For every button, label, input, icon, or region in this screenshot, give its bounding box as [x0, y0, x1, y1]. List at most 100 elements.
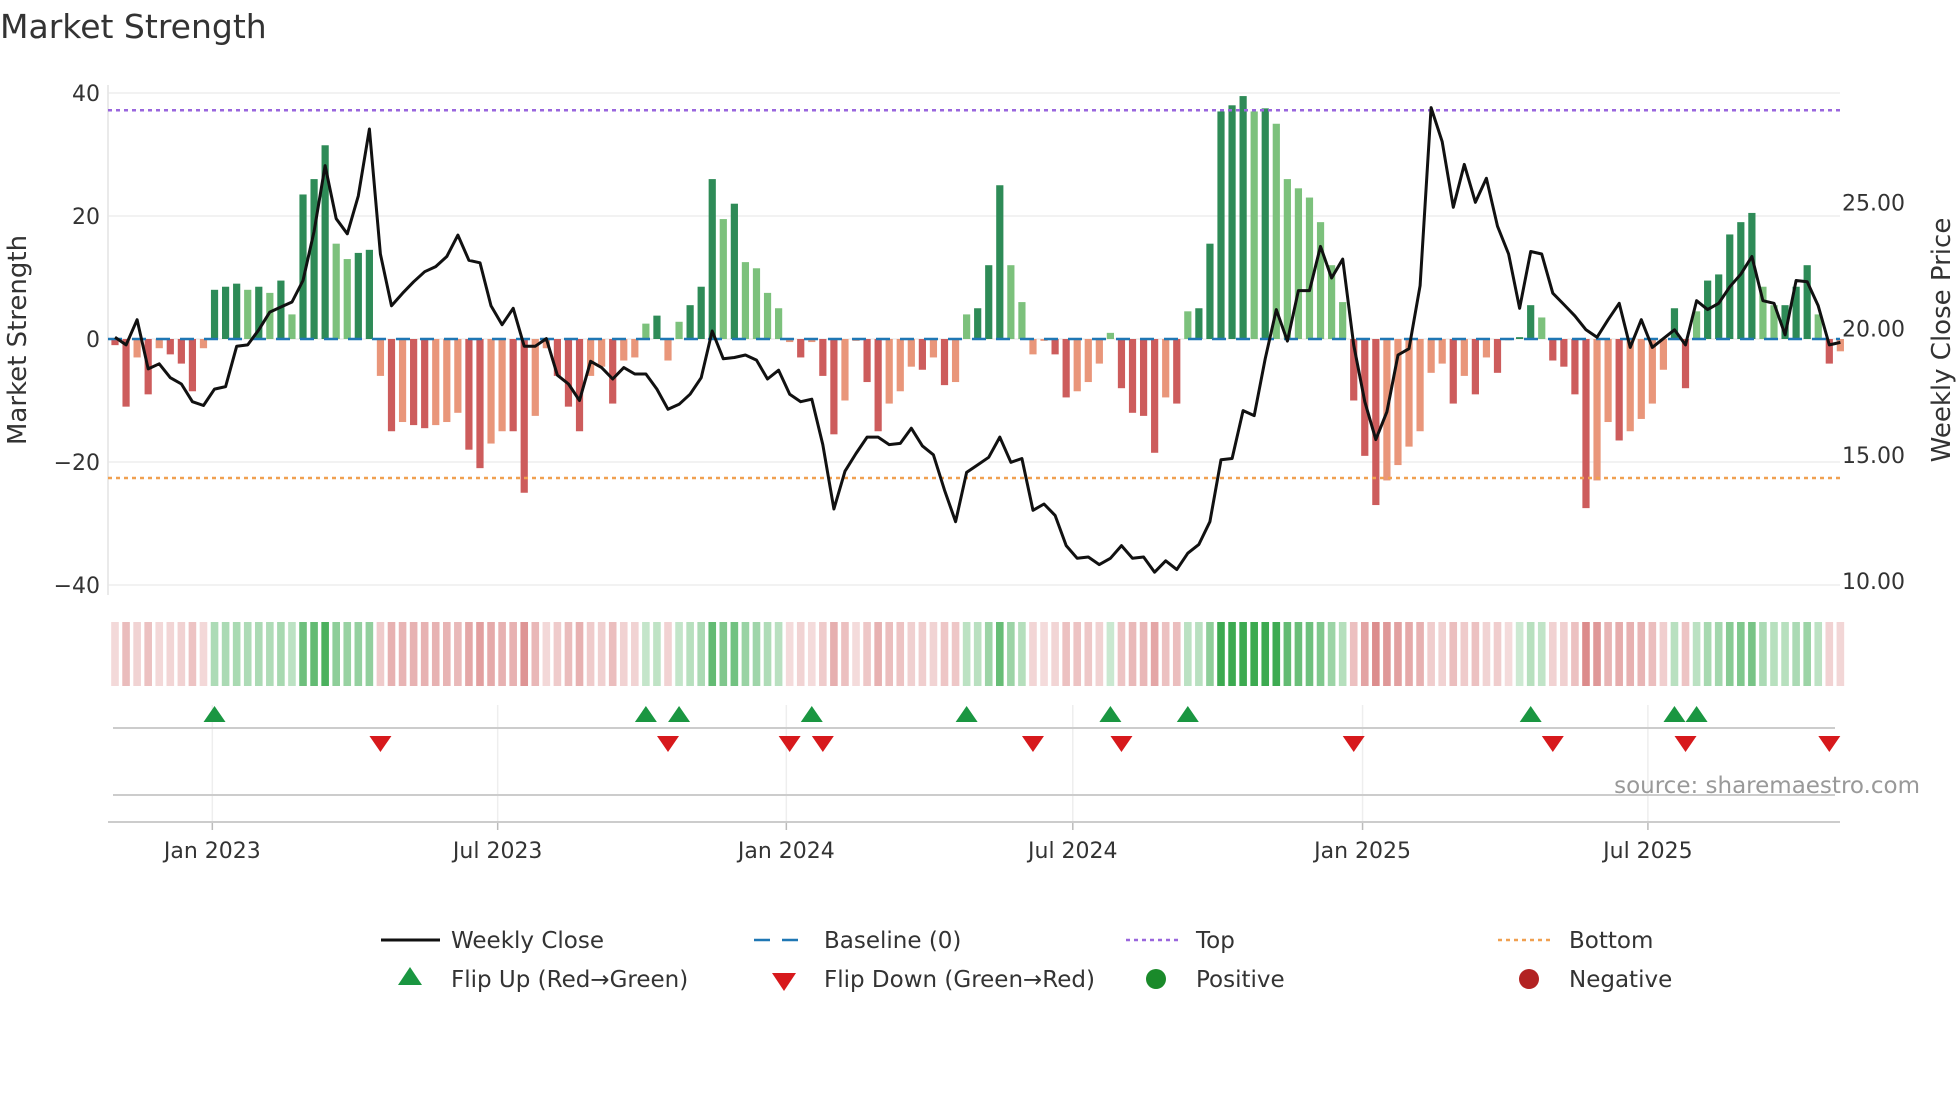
strength-bar: [708, 179, 716, 339]
strength-bar: [951, 339, 960, 383]
heat-cell: [1648, 622, 1657, 686]
strength-bar: [509, 339, 517, 432]
strength-bar: [387, 339, 396, 432]
strength-bar: [520, 339, 528, 493]
heat-cell: [1836, 622, 1845, 686]
strength-bar: [476, 339, 484, 469]
heat-cell: [1416, 622, 1424, 686]
flip-down-marker: [657, 736, 679, 752]
heat-cell: [1593, 622, 1601, 686]
heat-cell: [387, 622, 396, 686]
strength-bar: [210, 289, 219, 339]
legend-flip-down: Flip Down (Green→Red): [824, 967, 1095, 993]
strength-bar: [376, 339, 385, 376]
strength-bar: [410, 339, 418, 426]
strength-bar: [332, 243, 340, 339]
strength-bar: [1493, 339, 1502, 373]
strength-bar: [1737, 222, 1745, 339]
heat-cell: [1560, 622, 1568, 686]
y2-tick-label: 20.00: [1842, 318, 1905, 343]
heat-cell: [984, 622, 993, 686]
strength-bar: [1250, 111, 1258, 339]
strength-bar: [1460, 339, 1468, 376]
heat-cell: [1073, 622, 1082, 686]
strength-bar: [1073, 339, 1081, 392]
flip-down-marker: [811, 736, 834, 752]
heat-cell: [487, 622, 495, 686]
strength-bar: [974, 308, 982, 339]
strength-bar: [675, 321, 683, 339]
heat-cell: [1029, 622, 1037, 686]
heat-cell: [1217, 622, 1225, 686]
heat-cell: [1018, 622, 1026, 686]
legend-flip-up-icon: [398, 967, 422, 985]
heat-cell: [741, 622, 750, 686]
strength-bar: [730, 203, 738, 339]
heat-cell: [852, 622, 860, 686]
strength-bar: [1018, 302, 1026, 339]
strength-bar: [907, 339, 915, 367]
strength-bar: [841, 339, 849, 401]
heat-cell: [1372, 622, 1380, 686]
heat-cell: [1360, 622, 1369, 686]
strength-bar: [1305, 197, 1314, 339]
heat-cell: [819, 622, 827, 686]
strength-bar: [1405, 339, 1413, 447]
heat-cell: [1714, 622, 1723, 686]
heat-cell: [1272, 622, 1281, 686]
heat-cell: [1338, 622, 1347, 686]
strength-bar: [1117, 339, 1126, 389]
heat-cell: [1792, 622, 1800, 686]
strength-bar: [819, 339, 827, 376]
heat-cell: [1206, 622, 1214, 686]
strength-bar: [863, 339, 871, 383]
strength-bar: [985, 265, 993, 339]
strength-bar: [1637, 339, 1645, 419]
flip-up-marker: [800, 706, 823, 722]
y-tick-label: −20: [54, 451, 100, 476]
heat-cell: [1007, 622, 1015, 686]
strength-bar: [1283, 179, 1291, 339]
heat-cell: [1062, 622, 1070, 686]
strength-bar: [686, 305, 694, 339]
flip-down-marker: [778, 736, 801, 752]
strength-bar: [1560, 339, 1568, 367]
heat-cell: [1172, 622, 1181, 686]
heat-cell: [1040, 622, 1048, 686]
strength-bar: [874, 339, 882, 432]
heat-cell: [1770, 622, 1778, 686]
heat-cell: [321, 622, 329, 686]
heat-cell: [1814, 622, 1823, 686]
heat-cell: [1471, 622, 1480, 686]
heat-cell: [1449, 622, 1458, 686]
heat-cell: [155, 622, 164, 686]
flip-up-marker: [955, 706, 978, 722]
heat-cell: [1051, 622, 1059, 686]
strength-bar: [1449, 339, 1457, 404]
heat-cell: [1405, 622, 1413, 686]
heat-cell: [310, 622, 318, 686]
heat-cell: [133, 622, 141, 686]
heat-cell: [376, 622, 385, 686]
heat-cell: [608, 622, 617, 686]
heat-cell: [796, 622, 805, 686]
strength-bar: [1482, 339, 1491, 358]
strength-bar: [1151, 339, 1159, 453]
heat-cell: [1261, 622, 1270, 686]
strength-bar: [288, 314, 296, 339]
heat-cell: [708, 622, 717, 686]
heat-cell: [476, 622, 484, 686]
strength-bar: [177, 339, 185, 364]
strength-bar: [797, 339, 805, 358]
strength-bar: [531, 339, 539, 416]
heat-cell: [774, 622, 783, 686]
strength-bar: [1582, 339, 1590, 509]
strength-bar: [1427, 339, 1435, 373]
heat-cell: [1161, 622, 1170, 686]
strength-bar: [697, 286, 705, 339]
strength-bar: [996, 185, 1004, 339]
x-tick-label: Jan 2023: [162, 839, 261, 864]
heat-cell: [1781, 622, 1789, 686]
heat-cell: [520, 622, 529, 686]
strength-bar: [1162, 339, 1170, 398]
